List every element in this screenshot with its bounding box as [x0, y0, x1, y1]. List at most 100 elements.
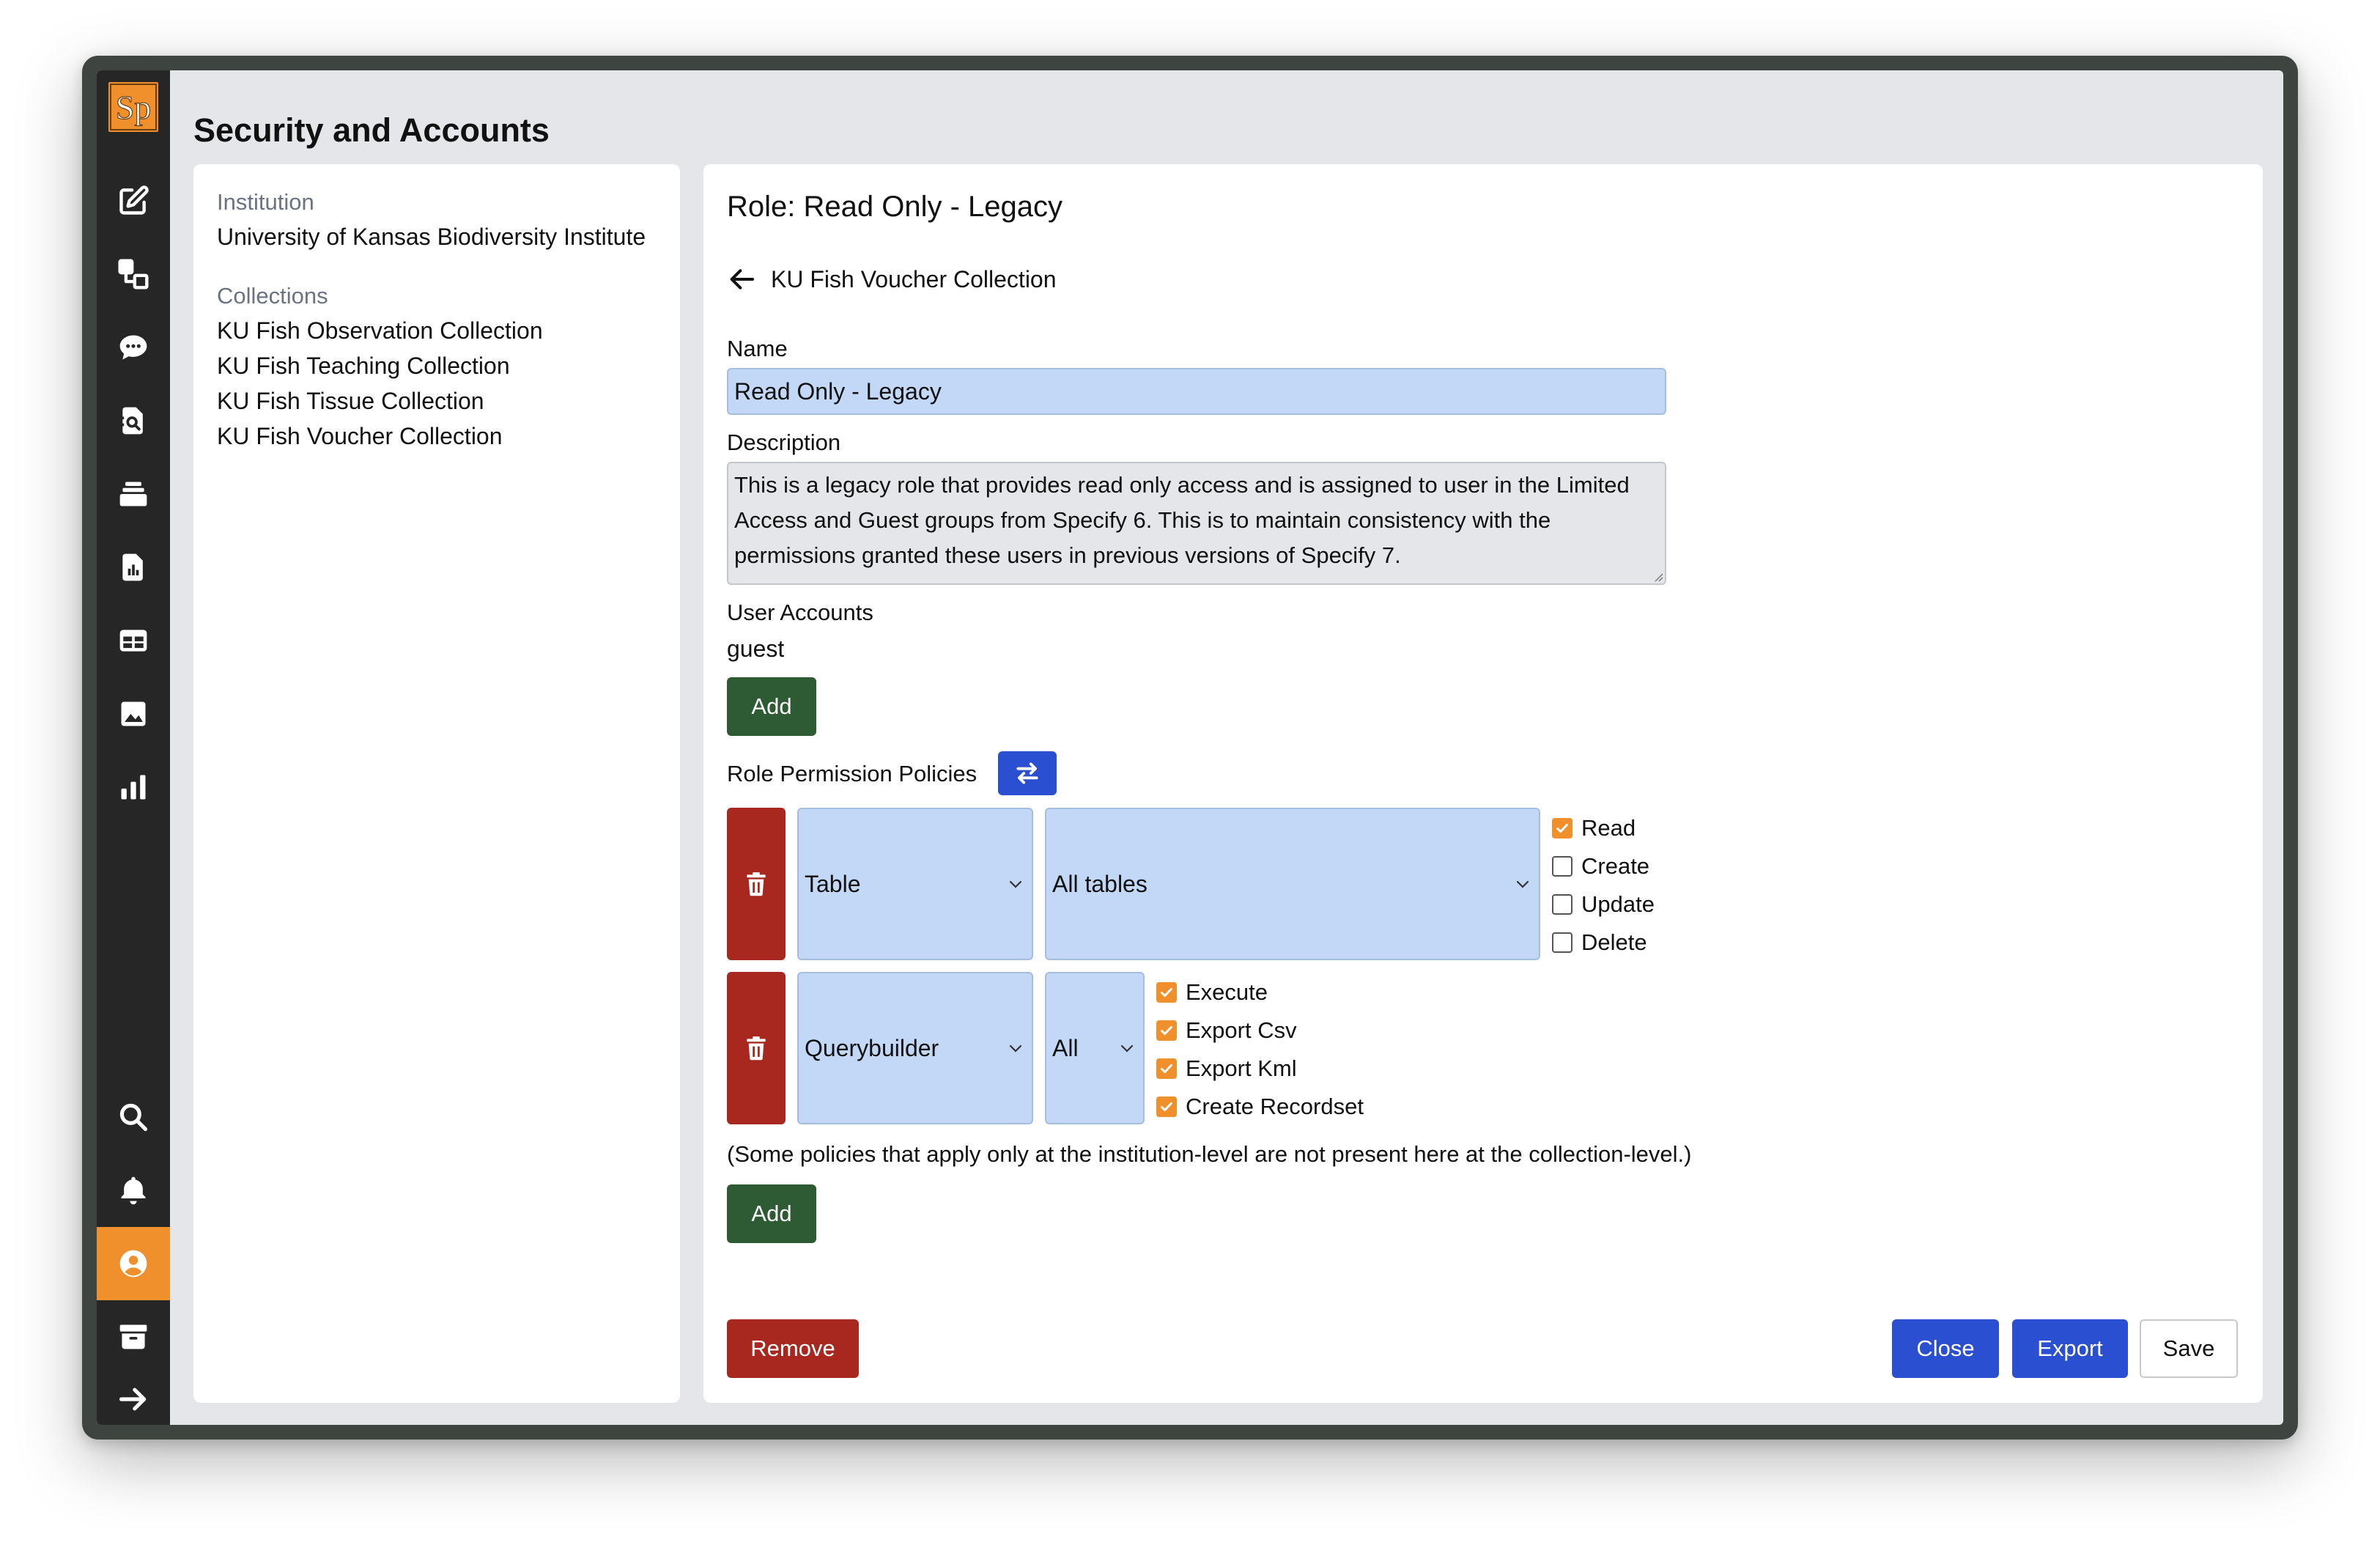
- delete-policy-button[interactable]: [727, 972, 786, 1124]
- user-account-link[interactable]: guest: [727, 633, 784, 664]
- collection-link[interactable]: KU Fish Tissue Collection: [217, 386, 484, 416]
- checkbox-unchecked[interactable]: [1552, 932, 1572, 953]
- collections-label: Collections: [217, 283, 328, 309]
- policy-resource-select[interactable]: All tables: [1045, 808, 1540, 960]
- back-link-label: KU Fish Voucher Collection: [771, 266, 1057, 292]
- policy-category-select[interactable]: Table: [797, 808, 1033, 960]
- export-button[interactable]: Export: [2012, 1319, 2128, 1378]
- query-icon: [119, 407, 143, 435]
- action-label: Delete: [1581, 929, 1647, 955]
- role-editor-panel: Role: Read Only - Legacy KU Fish Voucher…: [703, 164, 2263, 1403]
- sidebar-item-interactions[interactable]: [97, 237, 170, 311]
- remove-role-button[interactable]: Remove: [727, 1319, 859, 1378]
- policy-resource-value: All tables: [1052, 870, 1148, 897]
- sidebar-item-search[interactable]: [97, 1080, 170, 1154]
- check-icon: [1556, 823, 1568, 833]
- institution-link[interactable]: University of Kansas Biodiversity Instit…: [217, 221, 646, 252]
- sidebar-item-statistics[interactable]: [97, 751, 170, 824]
- checkbox-checked[interactable]: [1156, 1020, 1177, 1041]
- checkbox-unchecked[interactable]: [1552, 856, 1572, 877]
- close-button[interactable]: Close: [1892, 1319, 1999, 1378]
- action-create-recordset-checkbox[interactable]: Create Recordset: [1156, 1092, 1364, 1121]
- checkbox-checked[interactable]: [1156, 982, 1177, 1003]
- action-delete-checkbox[interactable]: Delete: [1552, 928, 1647, 957]
- role-description-input[interactable]: This is a legacy role that provides read…: [727, 462, 1666, 585]
- delete-policy-button[interactable]: [727, 808, 786, 960]
- sidebar-item-workbench[interactable]: [97, 604, 170, 677]
- policy-resource-value: All: [1052, 1034, 1079, 1061]
- chevron-down-icon: [1009, 1044, 1022, 1053]
- chevron-down-icon: [1516, 880, 1529, 888]
- add-policy-button[interactable]: Add: [727, 1184, 816, 1243]
- action-label: Execute: [1186, 979, 1268, 1005]
- trash-icon: [747, 1036, 766, 1061]
- reports-icon: [122, 553, 143, 581]
- add-user-button[interactable]: Add: [727, 677, 816, 736]
- checkbox-unchecked[interactable]: [1552, 894, 1572, 915]
- sidebar: Sp: [97, 70, 170, 1425]
- swap-arrows-icon: [1016, 762, 1038, 784]
- search-icon: [119, 1103, 148, 1132]
- name-label: Name: [727, 336, 788, 361]
- sidebar-item-data-entry[interactable]: [97, 164, 170, 237]
- workbench-icon: [119, 630, 147, 652]
- action-execute-checkbox[interactable]: Execute: [1156, 978, 1268, 1007]
- action-label: Export Csv: [1186, 1017, 1297, 1043]
- user-icon: [119, 1250, 147, 1278]
- collection-link[interactable]: KU Fish Voucher Collection: [217, 421, 503, 452]
- sidebar-item-log-out[interactable]: [97, 1374, 170, 1425]
- policy-category-select[interactable]: Querybuilder: [797, 972, 1033, 1124]
- arrow-right-icon: [119, 1387, 147, 1411]
- page-title: Security and Accounts: [193, 111, 550, 149]
- action-label: Read: [1581, 815, 1636, 841]
- action-export-kml-checkbox[interactable]: Export Kml: [1156, 1054, 1297, 1083]
- policy-resource-select[interactable]: All: [1045, 972, 1145, 1124]
- checkbox-checked[interactable]: [1156, 1058, 1177, 1079]
- stats-icon: [121, 775, 146, 800]
- policy-category-value: Table: [805, 870, 861, 897]
- role-name-input[interactable]: [727, 368, 1666, 415]
- specify-logo[interactable]: Sp: [108, 82, 158, 132]
- switch-view-button[interactable]: [998, 751, 1057, 795]
- chevron-down-icon: [1120, 1044, 1134, 1053]
- collections-panel: Institution University of Kansas Biodive…: [193, 164, 680, 1403]
- back-to-collection-link[interactable]: KU Fish Voucher Collection: [727, 264, 1057, 295]
- collection-link[interactable]: KU Fish Teaching Collection: [217, 350, 510, 381]
- sidebar-item-attachments[interactable]: [97, 677, 170, 751]
- check-icon: [1161, 1025, 1172, 1036]
- action-create-checkbox[interactable]: Create: [1552, 852, 1649, 881]
- sidebar-item-notifications[interactable]: [97, 1154, 170, 1227]
- archive-icon: [119, 1324, 147, 1349]
- svg-text:Sp: Sp: [116, 89, 152, 126]
- action-update-checkbox[interactable]: Update: [1552, 890, 1655, 919]
- resize-grip-icon[interactable]: [1653, 572, 1663, 582]
- checkbox-checked[interactable]: [1552, 818, 1572, 838]
- institution-label: Institution: [217, 189, 314, 215]
- checkbox-checked[interactable]: [1156, 1096, 1177, 1117]
- bell-icon: [121, 1176, 146, 1205]
- institution-policies-note: (Some policies that apply only at the in…: [727, 1141, 1692, 1167]
- trash-icon: [747, 872, 766, 896]
- sidebar-item-reports[interactable]: [97, 531, 170, 604]
- sidebar-item-record-sets[interactable]: [97, 457, 170, 531]
- specify-logo-icon: Sp: [110, 84, 157, 130]
- action-export-csv-checkbox[interactable]: Export Csv: [1156, 1016, 1297, 1045]
- interactions-icon: [118, 259, 149, 290]
- action-read-checkbox[interactable]: Read: [1552, 814, 1636, 843]
- app-window: Sp Security and Accounts Institution Uni…: [82, 56, 2298, 1440]
- policy-category-value: Querybuilder: [805, 1034, 939, 1061]
- action-label: Export Kml: [1186, 1055, 1297, 1081]
- collection-link[interactable]: KU Fish Observation Collection: [217, 315, 543, 346]
- action-label: Create Recordset: [1186, 1094, 1364, 1119]
- sidebar-item-queries[interactable]: [97, 384, 170, 457]
- user-accounts-label: User Accounts: [727, 600, 873, 625]
- check-icon: [1161, 987, 1172, 998]
- sidebar-item-collections[interactable]: [97, 1300, 170, 1374]
- attachments-icon: [121, 701, 146, 726]
- sidebar-item-messages[interactable]: [97, 311, 170, 384]
- sidebar-item-user-tools[interactable]: [97, 1227, 170, 1300]
- save-button[interactable]: Save: [2140, 1319, 2238, 1378]
- check-icon: [1161, 1064, 1172, 1074]
- role-title: Role: Read Only - Legacy: [727, 191, 1063, 223]
- check-icon: [1161, 1102, 1172, 1112]
